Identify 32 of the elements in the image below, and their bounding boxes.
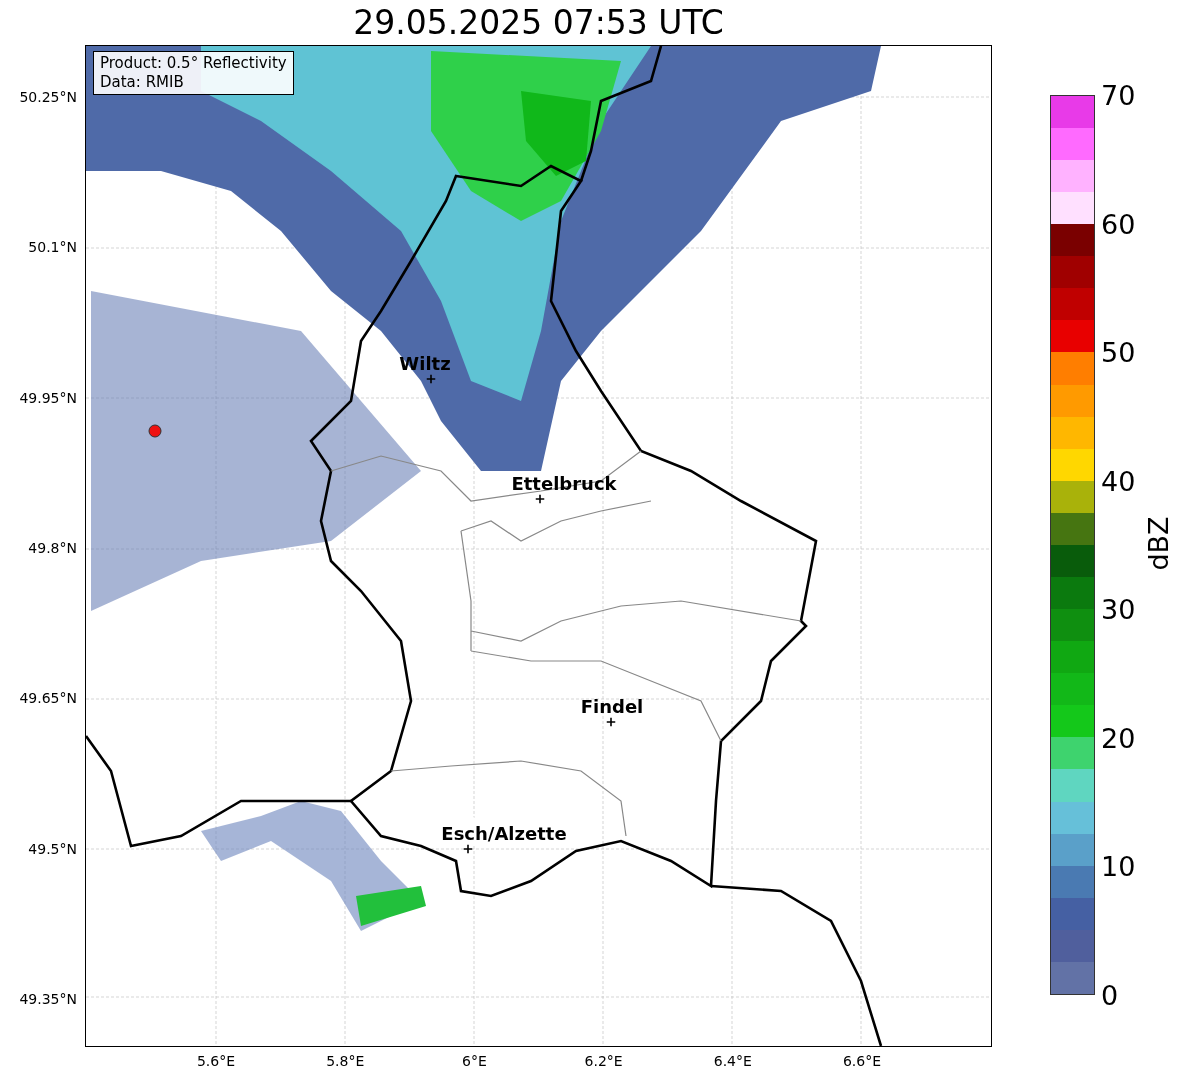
colorbar-tick-label: 20: [1101, 724, 1136, 752]
latitude-label: 49.8°N: [28, 539, 77, 556]
city-marker-icon: [463, 844, 473, 854]
longitude-label: 5.6°E: [196, 1053, 236, 1069]
city-label: Ettelbruck: [511, 472, 617, 494]
longitude-label: 6.6°E: [842, 1053, 882, 1069]
latitude-label: 49.35°N: [19, 990, 77, 1007]
info-text: Product: 0.5° Reflectivity: [100, 54, 287, 73]
latitude-label: 49.5°N: [28, 840, 77, 857]
info-text: Data: RMIB: [100, 73, 185, 92]
longitude-label: 5.8°E: [326, 1053, 365, 1069]
colorbar-tick-label: 60: [1101, 210, 1136, 238]
city-label: Esch/Alzette: [441, 822, 567, 844]
colorbar-label: dBZ: [1142, 515, 1174, 573]
city-marker-icon: [426, 374, 436, 384]
latitude-label: 49.95°N: [19, 389, 77, 406]
longitude-label: 6.2°E: [584, 1053, 623, 1069]
chart-title: 29.05.2025 07:53 UTC: [353, 6, 724, 39]
latitude-label: 49.65°N: [19, 690, 77, 707]
colorbar-tick-label: 30: [1101, 595, 1136, 623]
city-label: Findel: [580, 695, 644, 717]
longitude-label: 6.4°E: [713, 1053, 752, 1069]
city-marker-icon: [606, 717, 616, 727]
latitude-label: 50.25°N: [19, 89, 77, 105]
colorbar-tick-label: 50: [1101, 338, 1136, 366]
latitude-label: 50.1°N: [28, 239, 77, 256]
longitude-label: 6°E: [462, 1053, 487, 1069]
city-marker-icon: [535, 494, 545, 504]
colorbar-tick-label: 10: [1101, 852, 1136, 880]
colorbar-tick-label: 0: [1101, 981, 1119, 1009]
colorbar-tick-label: 70: [1101, 81, 1136, 109]
colorbar-tick-label: 40: [1101, 467, 1136, 495]
